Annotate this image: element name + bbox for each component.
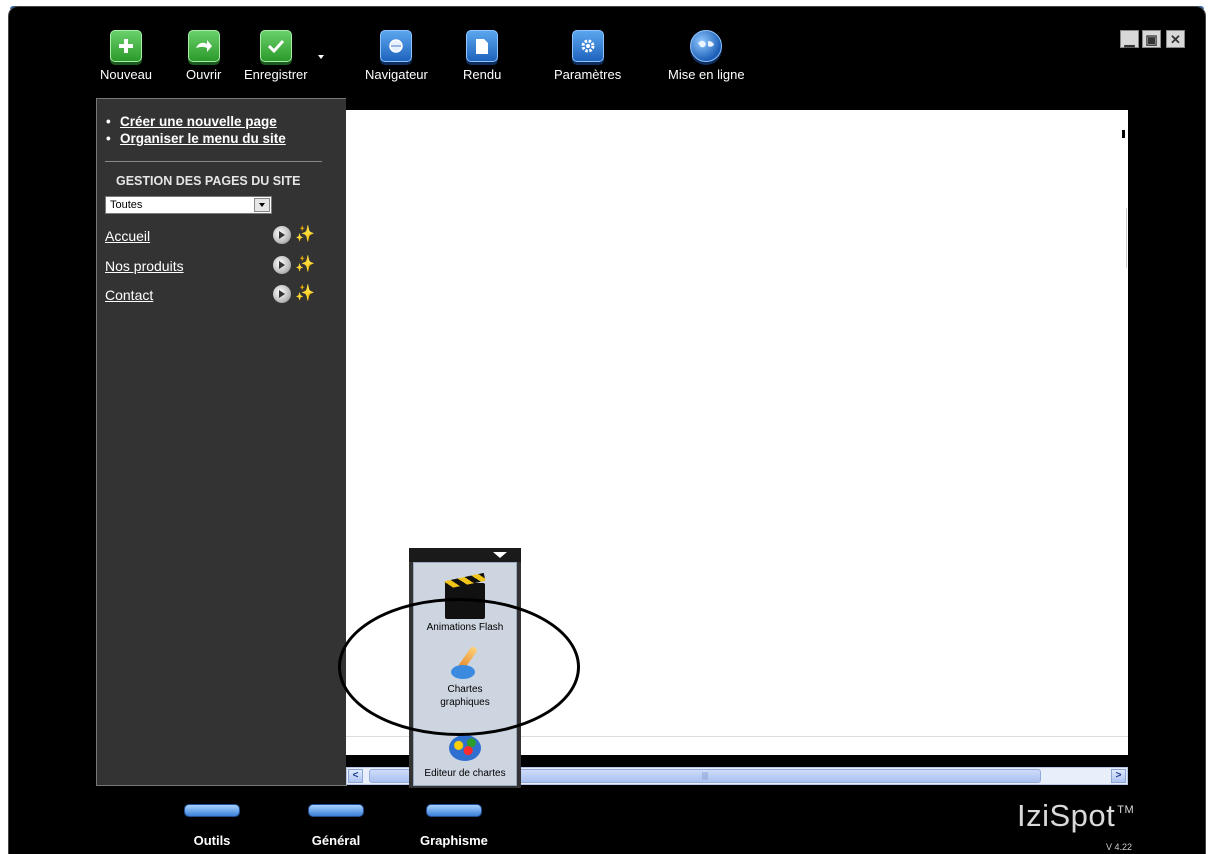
toolbar-open-button[interactable]: Ouvrir bbox=[186, 30, 221, 82]
brand-logo: IziSpot TM bbox=[1017, 798, 1134, 834]
popup-body: Animations Flash Chartes graphiques Edit… bbox=[413, 562, 517, 786]
quick-links: • Créer une nouvelle page • Organiser le m… bbox=[106, 113, 286, 147]
toolbar-browser-button[interactable]: Navigateur bbox=[365, 30, 428, 82]
minimize-button[interactable]: ▁ bbox=[1120, 30, 1139, 48]
scroll-left-icon[interactable]: < bbox=[348, 769, 363, 783]
scroll-right-icon[interactable]: > bbox=[1111, 769, 1126, 783]
tab-pill-icon bbox=[308, 804, 364, 817]
magic-wand-icon[interactable]: ✨ bbox=[295, 226, 315, 244]
tab-outils[interactable]: Outils bbox=[184, 804, 240, 848]
toolbar-new-button[interactable]: Nouveau bbox=[100, 30, 152, 82]
toolbar-render-button[interactable]: Rendu bbox=[463, 30, 501, 82]
graphics-tools-popup: Animations Flash Chartes graphiques Edit… bbox=[409, 548, 521, 788]
clapperboard-icon bbox=[445, 583, 485, 619]
page-link-nos-produits[interactable]: Nos produits bbox=[105, 258, 184, 274]
tab-pill-icon bbox=[425, 804, 482, 817]
close-icon: ✕ bbox=[1170, 31, 1181, 47]
open-page-icon[interactable] bbox=[273, 256, 291, 274]
quick-link-item: • Organiser le menu du site bbox=[106, 131, 286, 146]
tab-outils-label: Outils bbox=[193, 833, 231, 848]
graphic-charters-label: Chartes graphiques bbox=[440, 684, 490, 708]
toolbar-save-label: Enregistrer bbox=[244, 67, 308, 82]
paintbrush-icon bbox=[445, 645, 485, 681]
toolbar-render-label: Rendu bbox=[463, 67, 502, 82]
canvas-guide-line bbox=[1126, 208, 1127, 268]
quick-link-item: • Créer une nouvelle page bbox=[106, 114, 277, 129]
page-filter-value: Toutes bbox=[110, 199, 143, 211]
canvas-top-bar bbox=[346, 98, 1128, 110]
create-page-link[interactable]: Créer une nouvelle page bbox=[120, 114, 277, 129]
minimize-icon: ▁ bbox=[1124, 31, 1135, 47]
open-arrow-icon bbox=[187, 30, 220, 62]
open-page-icon[interactable] bbox=[273, 226, 291, 244]
tab-pill-icon bbox=[184, 804, 240, 817]
page-link-contact[interactable]: Contact bbox=[105, 287, 153, 303]
gear-icon bbox=[571, 30, 604, 62]
toolbar-publish-label: Mise en ligne bbox=[668, 67, 745, 82]
page-row: Accueil ✨ bbox=[105, 226, 320, 248]
toolbar-settings-label: Paramètres bbox=[554, 67, 622, 82]
plus-icon bbox=[110, 30, 143, 62]
browser-icon bbox=[380, 30, 413, 62]
brand-name: IziSpot bbox=[1017, 798, 1116, 833]
open-page-icon[interactable] bbox=[273, 285, 291, 303]
save-dropdown-icon[interactable] bbox=[318, 55, 324, 59]
divider bbox=[105, 161, 322, 162]
maximize-icon: ▣ bbox=[1145, 31, 1158, 47]
globe-icon bbox=[690, 30, 723, 62]
tab-graphisme-label: Graphisme bbox=[420, 833, 488, 848]
toolbar-publish-button[interactable]: Mise en ligne bbox=[668, 30, 745, 82]
charter-editor-item[interactable]: Editeur de chartes bbox=[414, 729, 516, 780]
flash-animations-item[interactable]: Animations Flash bbox=[414, 583, 516, 634]
page-row: Nos produits ✨ bbox=[105, 256, 320, 278]
tab-graphisme[interactable]: Graphisme bbox=[420, 804, 488, 848]
collapse-triangle-icon[interactable] bbox=[493, 552, 507, 558]
version-label: V 4.22 bbox=[1106, 842, 1133, 852]
charter-editor-label: Editeur de chartes bbox=[424, 768, 506, 779]
graphic-charters-item[interactable]: Chartes graphiques bbox=[414, 645, 516, 709]
toolbar-open-label: Ouvrir bbox=[186, 67, 222, 82]
close-button[interactable]: ✕ bbox=[1166, 30, 1185, 48]
chevron-down-icon[interactable] bbox=[254, 198, 270, 212]
magic-wand-icon[interactable]: ✨ bbox=[295, 256, 315, 274]
flash-animations-label: Animations Flash bbox=[426, 622, 504, 633]
page-filter-select[interactable]: Toutes bbox=[105, 196, 272, 214]
tab-general[interactable]: Général bbox=[308, 804, 364, 848]
organize-menu-link[interactable]: Organiser le menu du site bbox=[120, 131, 286, 146]
palette-icon bbox=[445, 729, 485, 765]
canvas-marker bbox=[1122, 130, 1125, 138]
tab-general-label: Général bbox=[311, 833, 361, 848]
trademark-mark: TM bbox=[1117, 804, 1135, 816]
magic-wand-icon[interactable]: ✨ bbox=[295, 285, 315, 303]
popup-header[interactable] bbox=[409, 548, 521, 562]
section-title: GESTION DES PAGES DU SITE bbox=[116, 174, 301, 188]
site-pages-panel: • Créer une nouvelle page • Organiser le m… bbox=[96, 98, 347, 786]
toolbar-browser-label: Navigateur bbox=[365, 67, 428, 82]
maximize-button[interactable]: ▣ bbox=[1142, 30, 1161, 48]
toolbar-settings-button[interactable]: Paramètres bbox=[554, 30, 621, 82]
check-icon bbox=[259, 30, 292, 62]
page-icon bbox=[466, 30, 499, 62]
page-link-accueil[interactable]: Accueil bbox=[105, 228, 150, 244]
toolbar-save-button[interactable]: Enregistrer bbox=[244, 30, 308, 82]
toolbar-new-label: Nouveau bbox=[100, 67, 153, 82]
page-row: Contact ✨ bbox=[105, 285, 320, 307]
